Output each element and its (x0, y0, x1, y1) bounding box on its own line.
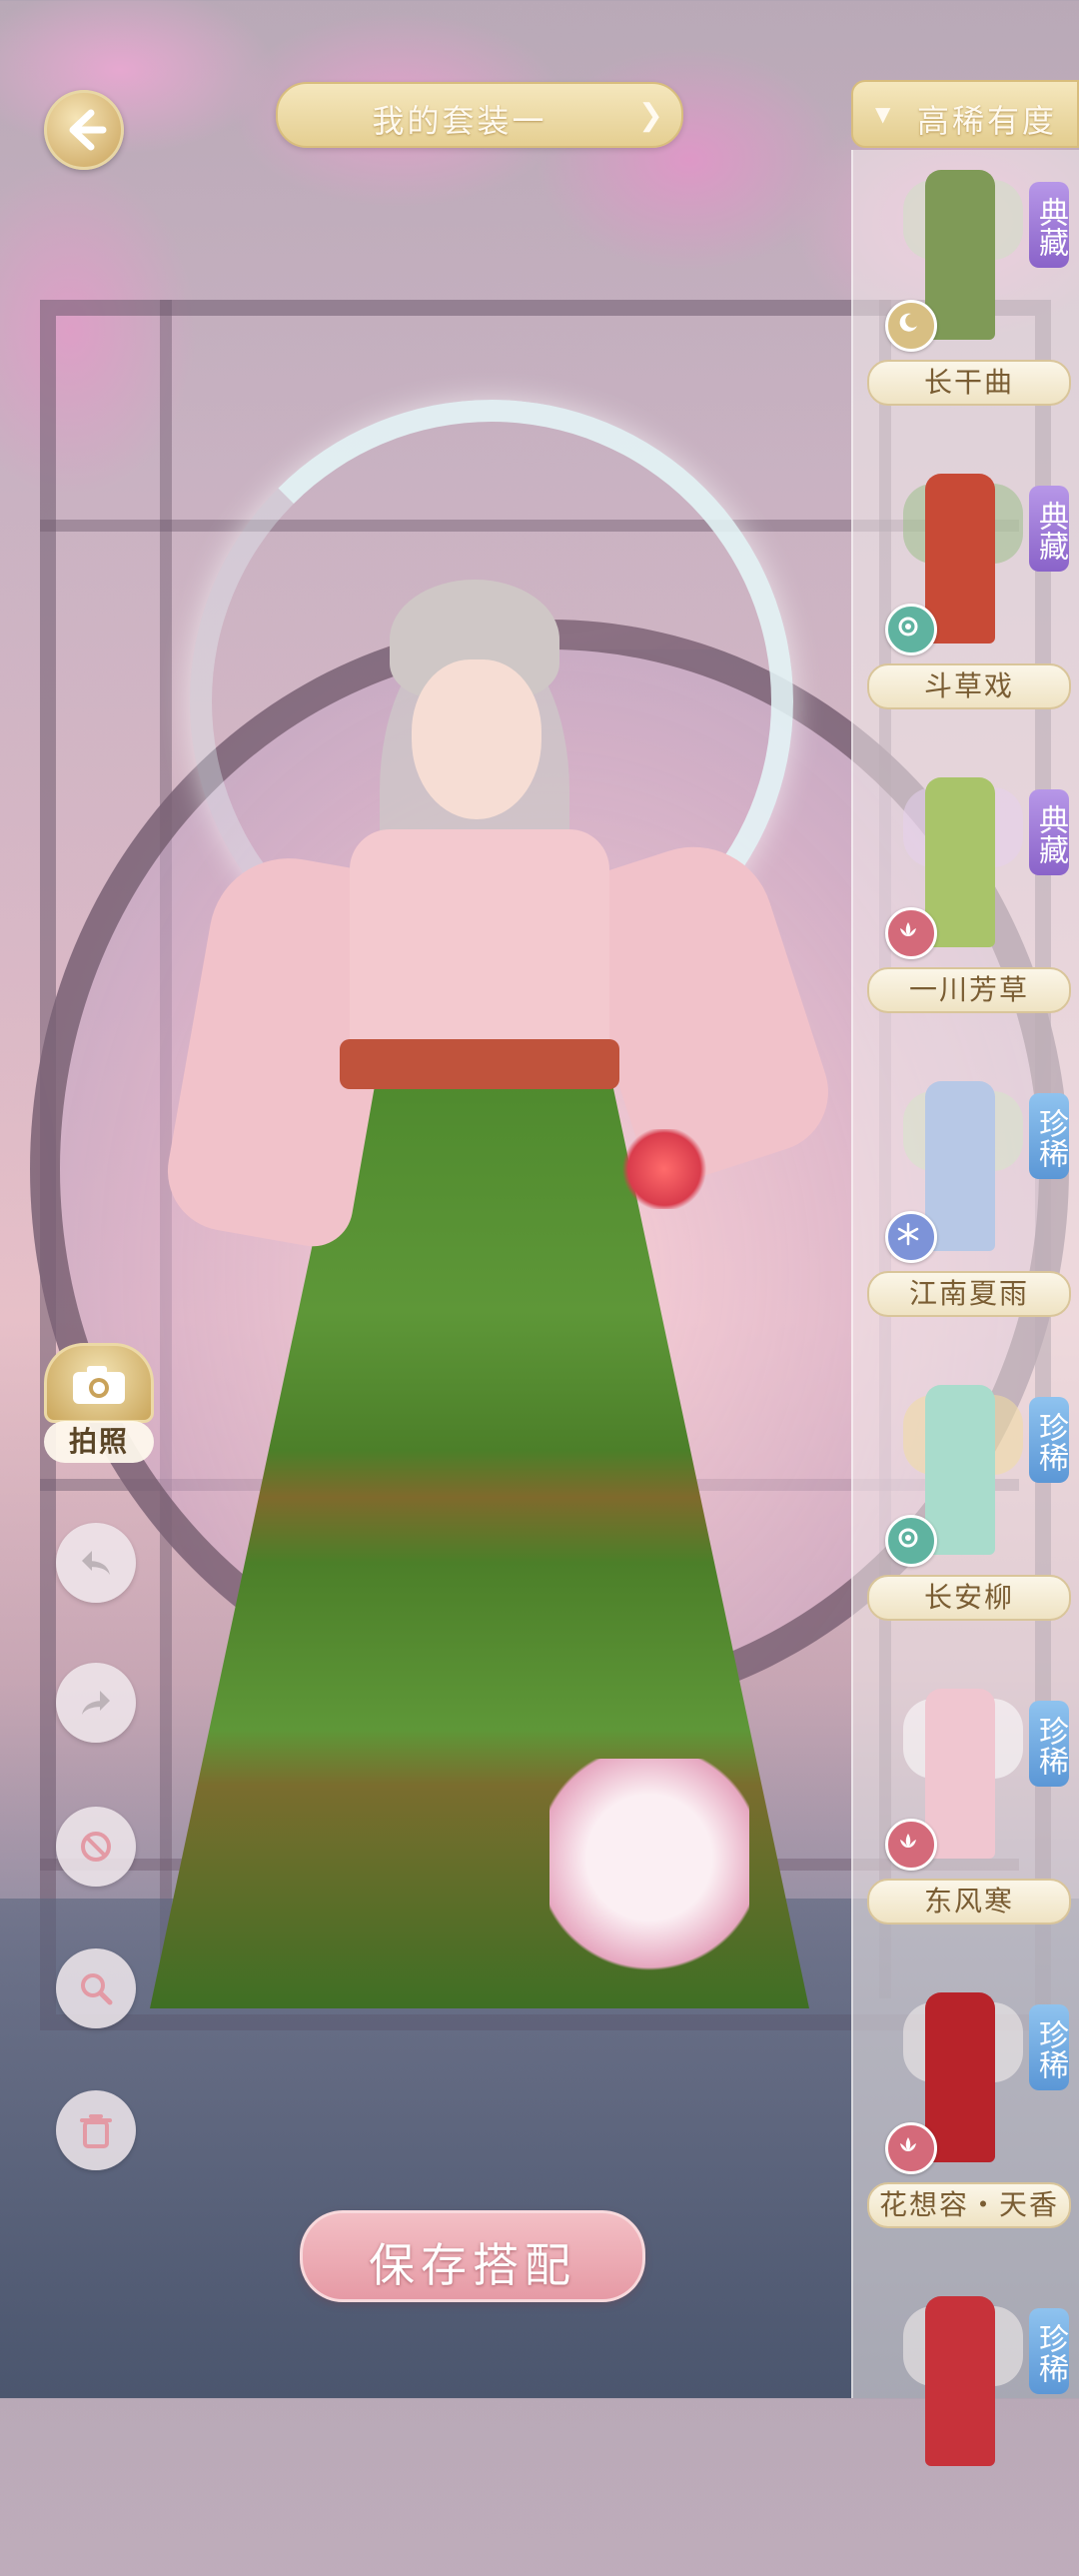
caret-down-icon: ▼ (875, 102, 891, 126)
garment-image (925, 1385, 995, 1555)
outfit-selector[interactable]: 我的套装一 ❯ (276, 82, 683, 148)
item-name: 一川芳草 (867, 967, 1071, 1013)
wardrobe-item[interactable]: 珍稀 江南夏雨 (853, 1061, 1079, 1361)
item-name: 斗草戏 (867, 663, 1071, 709)
save-outfit-button[interactable]: 保存搭配 (300, 2210, 645, 2302)
item-name: 长安柳 (867, 1575, 1071, 1621)
moon-icon (885, 300, 937, 352)
rarity-tag: 典藏 (1029, 789, 1069, 875)
save-outfit-label: 保存搭配 (369, 2238, 576, 2292)
undo-button[interactable] (56, 1523, 136, 1603)
search-icon (81, 1973, 113, 2005)
delete-button[interactable] (56, 2090, 136, 2170)
wardrobe-item[interactable]: 典藏 斗草戏 (853, 454, 1079, 753)
lotus-icon (885, 907, 937, 959)
snowflake-icon (885, 1211, 937, 1263)
redo-icon (82, 1691, 110, 1715)
wardrobe-item[interactable]: 典藏 一川芳草 (853, 757, 1079, 1057)
wardrobe-item[interactable]: 典藏 长干曲 (853, 150, 1079, 450)
character-sash (340, 1039, 619, 1089)
rarity-tag: 珍稀 (1029, 2308, 1069, 2394)
wardrobe-item[interactable]: 珍稀 长安柳 (853, 1365, 1079, 1665)
item-name: 东风寒 (867, 1879, 1071, 1925)
outfit-title: 我的套装一 (372, 102, 547, 140)
trash-icon (80, 2114, 112, 2148)
sort-label: 高稀有度 (917, 102, 1058, 140)
garment-image (925, 474, 995, 644)
character-model[interactable] (130, 580, 844, 2018)
chevron-right-icon: ❯ (637, 98, 663, 133)
camera-button[interactable] (44, 1343, 154, 1423)
rarity-tag: 珍稀 (1029, 1397, 1069, 1483)
rabbit-pet (549, 1759, 749, 1978)
garment-image (925, 1081, 995, 1251)
undo-icon (82, 1551, 110, 1575)
rarity-tag: 典藏 (1029, 182, 1069, 268)
rarity-tag: 珍稀 (1029, 2004, 1069, 2090)
redo-button[interactable] (56, 1663, 136, 1743)
swirl-icon (885, 604, 937, 655)
back-button[interactable] (44, 90, 124, 170)
camera-icon (73, 1366, 125, 1404)
peony-flower (619, 1129, 709, 1209)
back-arrow-icon (69, 109, 107, 151)
item-name: 江南夏雨 (867, 1271, 1071, 1317)
sort-dropdown[interactable]: ▼ 高稀有度 (851, 80, 1079, 148)
rarity-tag: 典藏 (1029, 486, 1069, 572)
search-button[interactable] (56, 1948, 136, 2028)
lotus-icon (885, 1819, 937, 1871)
rarity-tag: 珍稀 (1029, 1093, 1069, 1179)
clear-button[interactable] (56, 1807, 136, 1887)
garment-image (925, 2296, 995, 2466)
wardrobe-item[interactable]: 珍稀 东风寒 (853, 1669, 1079, 1968)
item-name: 花想容・天香 (867, 2182, 1071, 2228)
forbid-icon (81, 1832, 111, 1862)
character-top (350, 829, 609, 1049)
wardrobe-panel: 典藏 长干曲 典藏 斗草戏 典藏 一川芳草 珍稀 江南夏雨 珍稀 长安柳 珍稀 … (851, 150, 1079, 2466)
lotus-icon (885, 2122, 937, 2174)
garment-image (925, 1992, 995, 2162)
garment-image (925, 1689, 995, 1859)
garment-image (925, 170, 995, 340)
character-face (412, 659, 541, 819)
wardrobe-item[interactable]: 珍稀 (853, 2276, 1079, 2576)
rarity-tag: 珍稀 (1029, 1701, 1069, 1787)
camera-label[interactable]: 拍照 (44, 1421, 154, 1463)
swirl-icon (885, 1515, 937, 1567)
item-name: 长干曲 (867, 360, 1071, 406)
wardrobe-item[interactable]: 珍稀 花想容・天香 (853, 1972, 1079, 2272)
garment-image (925, 777, 995, 947)
